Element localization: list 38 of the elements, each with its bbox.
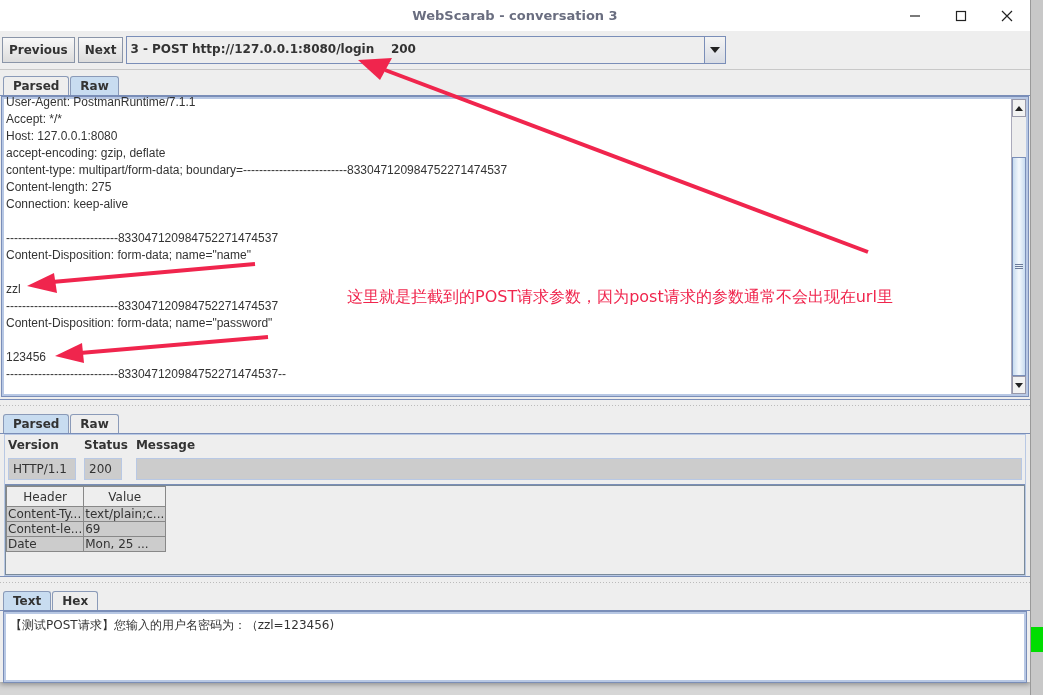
raw-request-line: Content-length: 275 [6,179,112,196]
tab[interactable]: Parsed [3,414,70,433]
raw-request-line: Accept: */* [6,111,63,128]
raw-request-line: ----------------------------833047120984752271474537 [6,298,279,315]
raw-request-line: zzl [6,281,21,298]
raw-request-line: 123456 [6,349,47,366]
tab[interactable]: Raw [70,76,119,95]
nav-button[interactable]: Next [77,36,124,63]
raw-request-line: User-Agent: PostmanRuntime/7.1.1 [6,94,196,111]
response-body-text: 【测试POST请求】您输入的用户名密码为：（zzl=123456) [9,617,336,634]
tab[interactable]: Text [3,591,52,610]
field-value: HTTP/1.1 [8,458,76,480]
raw-request-line: accept-encoding: gzip, deflate [6,145,166,162]
raw-request-line: Host: 127.0.0.1:8080 [6,128,118,145]
tab[interactable]: Raw [70,414,119,433]
column-header[interactable]: Header [6,486,84,507]
raw-request-line: Connection: keep-alive [6,196,129,213]
scrollbar[interactable] [1011,99,1026,395]
field-label: Status [84,438,128,454]
nav-button[interactable]: Previous [2,36,75,63]
annotation-note: 这里就是拦截到的POST请求参数，因为post请求的参数通常不会出现在url里 [347,287,893,308]
conversation-dropdown[interactable]: 3 - POST http://127.0.0.1:8080/login 200 [126,35,727,64]
raw-request-line: ----------------------------833047120984752271474537 [6,230,279,247]
dropdown-arrow-icon [710,46,721,53]
scroll-up-icon[interactable] [1015,105,1023,111]
scroll-down-icon[interactable] [1015,382,1023,388]
window-title: WebScarab - conversation 3 [411,7,619,23]
grip-icon [1015,264,1023,270]
tab[interactable]: Parsed [3,76,70,95]
raw-request-line: content-type: multipart/form-data; boundary=--------------------------833047120984752271474537 [6,162,508,179]
tab[interactable]: Hex [52,591,99,610]
raw-request-line: Content-Disposition: form-data; name="password" [6,315,273,332]
field-label: Message [135,438,197,454]
field-label: Version [8,438,60,454]
raw-request-line: Content-Disposition: form-data; name="name" [6,247,251,264]
field-value: 200 [84,458,122,480]
raw-request-line: ----------------------------833047120984752271474537-- [6,366,287,383]
column-header[interactable]: Value [83,486,166,507]
